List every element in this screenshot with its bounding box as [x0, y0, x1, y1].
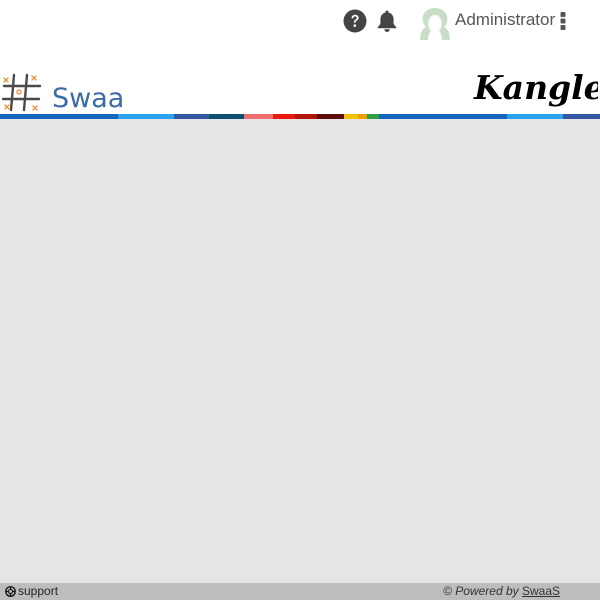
swaas-logo[interactable]: SwaaS	[2, 72, 126, 114]
support-lifebuoy-icon	[5, 585, 16, 597]
powered-by-text: © Powered by	[443, 584, 522, 598]
kebab-menu-icon[interactable]	[560, 11, 566, 31]
support-link[interactable]: support	[5, 584, 58, 598]
user-avatar-icon[interactable]	[417, 8, 453, 40]
bell-icon[interactable]	[376, 9, 398, 33]
footer: support © Powered by SwaaS	[0, 583, 600, 600]
main-content-area	[0, 119, 600, 583]
kangle-logo-text: Kangle	[473, 68, 598, 107]
swaas-logo-text: SwaaS	[52, 83, 126, 114]
powered-by: © Powered by SwaaS	[443, 584, 560, 598]
top-bar: Administrator	[0, 0, 600, 66]
support-label: support	[18, 584, 59, 598]
brand-bar: SwaaS Kangle	[0, 66, 600, 114]
user-name[interactable]: Administrator	[455, 9, 555, 31]
kangle-logo[interactable]: Kangle	[470, 66, 598, 114]
powered-by-link[interactable]: SwaaS	[522, 584, 560, 598]
help-icon[interactable]	[343, 9, 367, 33]
